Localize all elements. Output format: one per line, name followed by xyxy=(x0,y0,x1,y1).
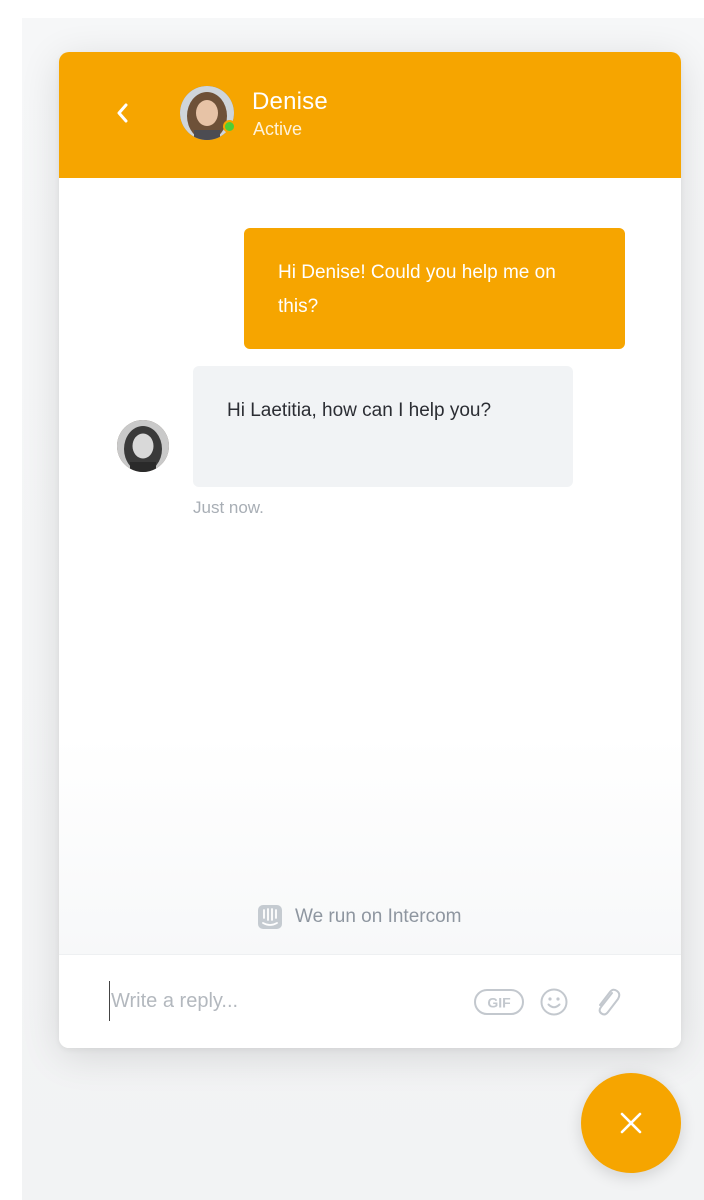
chevron-left-icon xyxy=(117,103,128,123)
close-messenger-button[interactable] xyxy=(581,1073,681,1173)
online-indicator xyxy=(223,120,236,133)
incoming-message: Hi Laetitia, how can I help you? xyxy=(193,366,573,487)
emoji-button[interactable] xyxy=(539,987,569,1017)
powered-by-text: We run on Intercom xyxy=(295,906,462,927)
agent-name: Denise xyxy=(252,88,328,115)
close-icon xyxy=(620,1112,642,1134)
message-timestamp: Just now. xyxy=(193,498,264,517)
smiley-icon xyxy=(540,988,568,1016)
composer: GIF xyxy=(59,954,681,1048)
chat-header: Denise Active xyxy=(59,52,681,178)
agent-message-avatar xyxy=(117,420,169,472)
agent-status: Active xyxy=(253,119,303,139)
powered-by-link[interactable]: We run on Intercom xyxy=(257,902,462,932)
gif-button[interactable]: GIF xyxy=(473,987,525,1017)
gif-label: GIF xyxy=(487,995,511,1011)
outgoing-message: Hi Denise! Could you help me on this? xyxy=(244,228,625,349)
paperclip-icon xyxy=(598,988,621,1016)
message-list: Hi Denise! Could you help me on this? Hi… xyxy=(59,178,681,954)
reply-input[interactable] xyxy=(109,981,459,1021)
intercom-logo-icon xyxy=(258,905,282,929)
attach-button[interactable] xyxy=(591,985,623,1019)
chat-window: Denise Active Hi Denise! Could you help … xyxy=(59,52,681,1048)
back-button[interactable] xyxy=(107,98,137,128)
